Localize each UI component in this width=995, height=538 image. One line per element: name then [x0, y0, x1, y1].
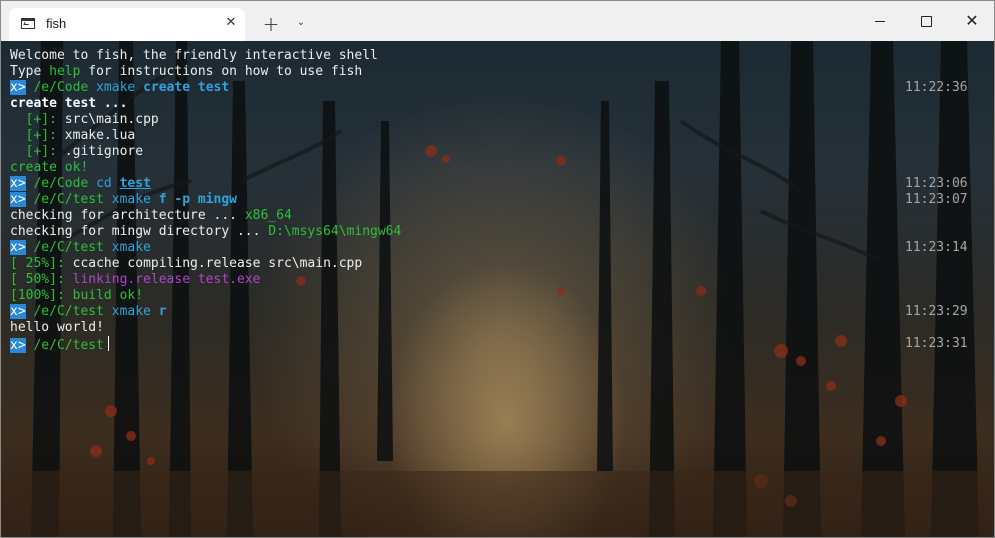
terminal-line: [ 50%]: linking.release test.exe — [10, 272, 985, 288]
terminal-text: xmake.lua — [64, 128, 136, 143]
terminal-text: build ok! — [72, 288, 144, 303]
terminal-text: x86_64 — [244, 208, 292, 223]
terminal-text: /e/C/test — [25, 338, 104, 353]
terminal-text: ccache compiling.release src\main.cpp — [72, 256, 363, 271]
terminal-text: help — [49, 64, 81, 79]
terminal-text: [+]: — [10, 144, 65, 159]
terminal-line: x> /e/C/test xmake f -p mingw 11:23:07 — [10, 192, 985, 208]
terminal-line: x> /e/Code cd test 11:23:06 — [10, 176, 985, 192]
terminal-text: /e/C/test — [25, 304, 112, 319]
maximize-icon — [921, 16, 932, 27]
terminal-text: hello world! — [10, 320, 104, 335]
terminal-window: fish ✕ + ⌄ ✕ Welcome to fish, the friend… — [0, 0, 995, 538]
terminal-text: f -p mingw — [158, 192, 237, 207]
terminal-text: xmake — [111, 304, 159, 319]
close-tab-icon[interactable]: ✕ — [221, 13, 241, 33]
text-cursor — [107, 336, 109, 351]
terminal-line: x> /e/Code xmake create test 11:22:36 — [10, 80, 985, 96]
terminal-line: [+]: xmake.lua — [10, 128, 985, 144]
terminal-line: x> /e/C/test xmake 11:23:14 — [10, 240, 985, 256]
terminal-text: cd — [96, 176, 120, 191]
prompt-timestamp: 11:23:06 — [905, 176, 968, 191]
terminal-line: [100%]: build ok! — [10, 288, 985, 304]
terminal-text: test — [119, 176, 151, 191]
terminal-line: Welcome to fish, the friendly interactiv… — [10, 48, 985, 64]
terminal-text: Type — [10, 64, 50, 79]
prompt-symbol: x> — [10, 80, 26, 95]
terminal-text: xmake — [111, 240, 151, 255]
terminal-text: xmake — [111, 192, 159, 207]
prompt-symbol: x> — [10, 240, 26, 255]
terminal-text: .gitignore — [64, 144, 144, 159]
terminal-text: r — [158, 304, 167, 319]
terminal-line: checking for architecture ... x86_64 — [10, 208, 985, 224]
prompt-timestamp: 11:23:07 — [905, 192, 968, 207]
terminal-text: /e/C/test — [25, 192, 112, 207]
minimize-button[interactable] — [857, 1, 903, 41]
terminal-text: [100%]: — [10, 288, 73, 303]
terminal-text: src\main.cpp — [64, 112, 159, 127]
close-window-button[interactable]: ✕ — [949, 1, 994, 41]
terminal-text: Welcome to fish, the friendly interactiv… — [10, 48, 378, 63]
terminal-text: linking.release test.exe — [72, 272, 261, 287]
prompt-timestamp: 11:23:29 — [905, 304, 968, 319]
terminal-line: hello world! — [10, 320, 985, 336]
terminal-line: create test ... — [10, 96, 985, 112]
terminal-text: [+]: — [10, 128, 65, 143]
terminal-line: Type help for instructions on how to use… — [10, 64, 985, 80]
prompt-symbol: x> — [10, 304, 26, 319]
terminal-text: [+]: — [10, 112, 65, 127]
terminal-text: [ 50%]: — [10, 272, 73, 287]
terminal-line: [+]: .gitignore — [10, 144, 985, 160]
terminal-text: for instructions on how to use fish — [80, 64, 363, 79]
minimize-icon — [875, 21, 885, 22]
terminal-text: /e/C/test — [25, 240, 112, 255]
terminal-output: Welcome to fish, the friendly interactiv… — [10, 48, 985, 353]
terminal-text: checking for architecture ... — [10, 208, 245, 223]
prompt-timestamp: 11:23:14 — [905, 240, 968, 255]
terminal-text: xmake — [96, 80, 144, 95]
terminal-area[interactable]: Welcome to fish, the friendly interactiv… — [1, 41, 994, 537]
tab-fish[interactable]: fish ✕ — [9, 8, 245, 41]
terminal-text: /e/Code — [25, 176, 97, 191]
prompt-timestamp: 11:22:36 — [905, 80, 968, 95]
terminal-line: [ 25%]: ccache compiling.release src\mai… — [10, 256, 985, 272]
maximize-button[interactable] — [903, 1, 949, 41]
prompt-symbol: x> — [10, 192, 26, 207]
prompt-timestamp: 11:23:31 — [905, 336, 968, 351]
terminal-text: D:\msys64\mingw64 — [268, 224, 402, 239]
prompt-symbol: x> — [10, 338, 26, 353]
terminal-text: create test — [143, 80, 230, 95]
terminal-line: x> /e/C/test xmake r 11:23:29 — [10, 304, 985, 320]
terminal-icon — [21, 18, 35, 29]
chevron-down-icon[interactable]: ⌄ — [293, 15, 309, 31]
terminal-text: create test ... — [10, 96, 128, 111]
terminal-text: [ 25%]: — [10, 256, 73, 271]
terminal-line: [+]: src\main.cpp — [10, 112, 985, 128]
terminal-text: /e/Code — [25, 80, 97, 95]
terminal-text: create ok! — [10, 160, 89, 175]
terminal-line: create ok! — [10, 160, 985, 176]
terminal-text: checking for mingw directory ... — [10, 224, 269, 239]
terminal-line: x> /e/C/test 11:23:31 — [10, 336, 985, 353]
new-tab-button[interactable]: + — [260, 13, 282, 35]
tab-title: fish — [46, 16, 67, 31]
title-bar: fish ✕ + ⌄ ✕ — [1, 1, 994, 41]
prompt-symbol: x> — [10, 176, 26, 191]
terminal-line: checking for mingw directory ... D:\msys… — [10, 224, 985, 240]
